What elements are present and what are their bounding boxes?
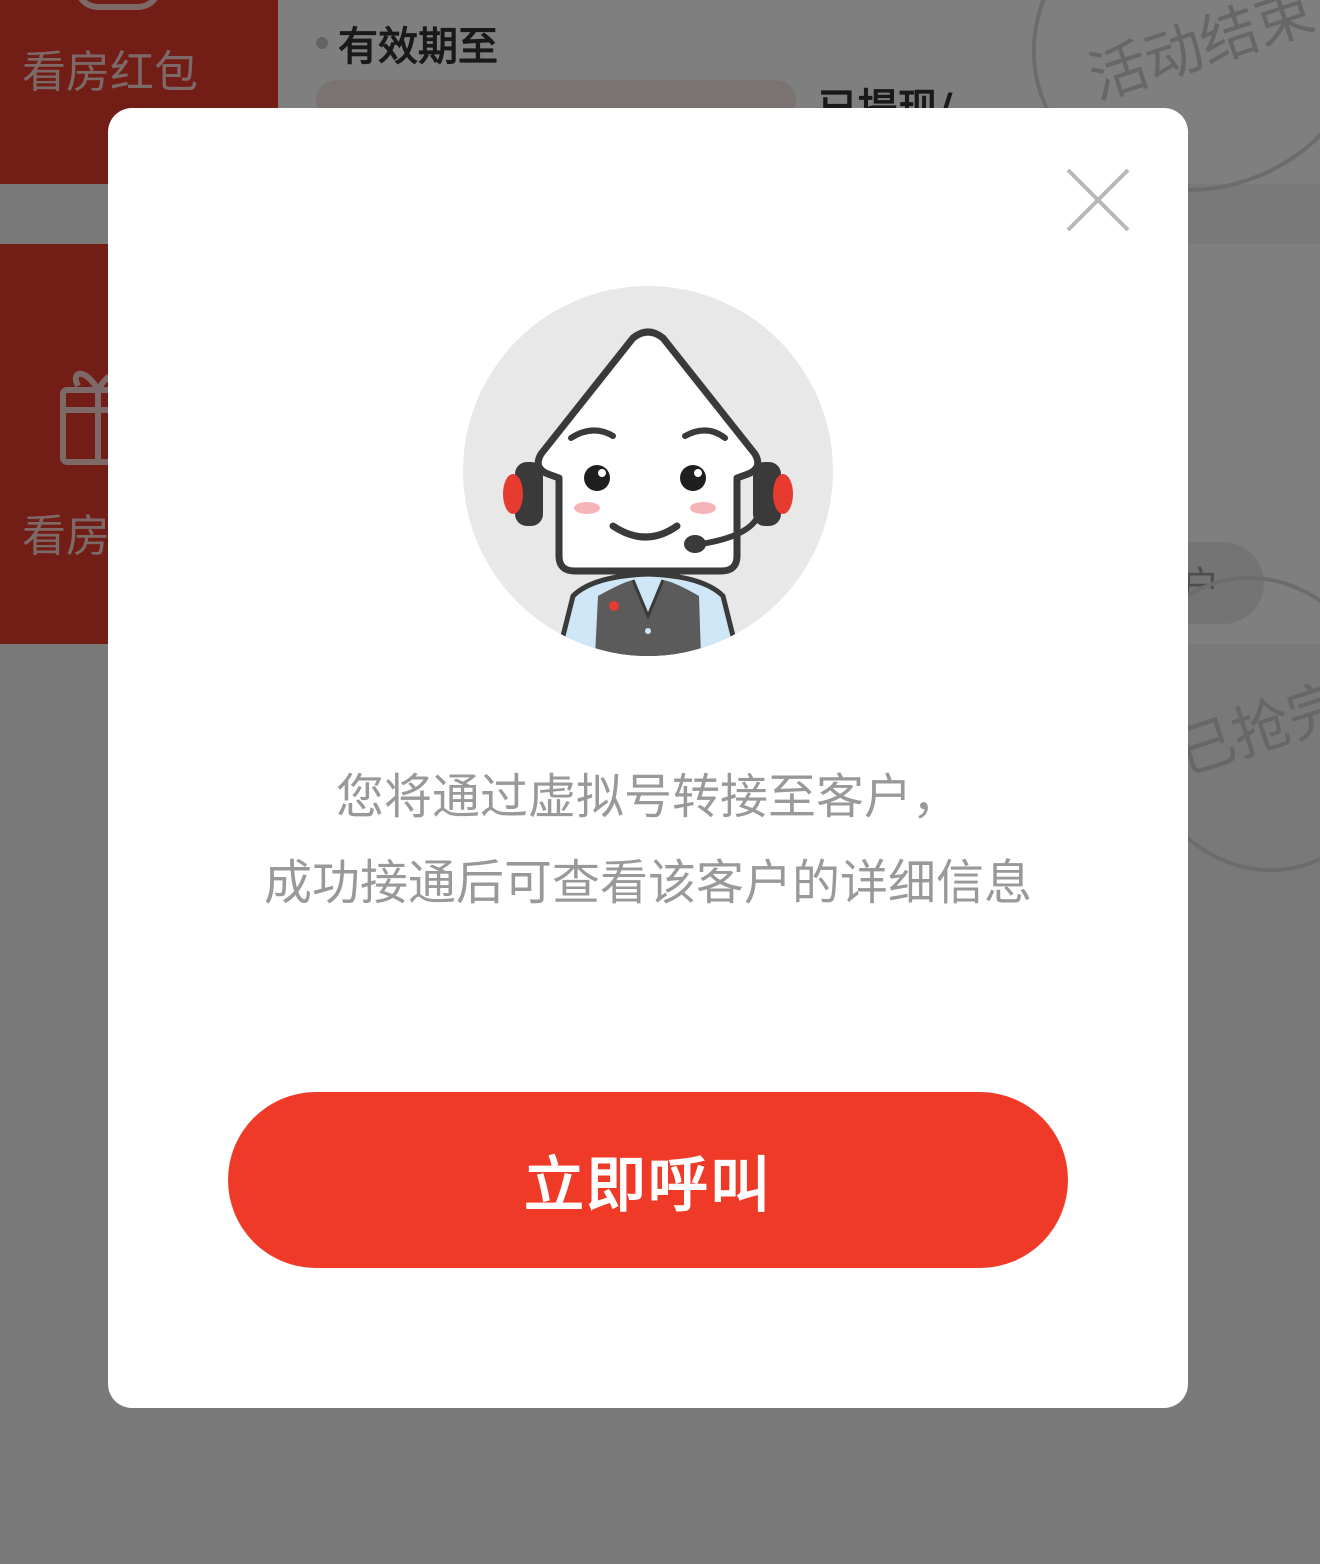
close-button[interactable] [1062, 164, 1134, 236]
message-line-1: 您将通过虚拟号转接至客户， [335, 769, 960, 825]
call-now-button[interactable]: 立即呼叫 [228, 1092, 1068, 1268]
close-icon [1066, 168, 1130, 232]
customer-service-mascot-icon [463, 286, 833, 656]
call-message: 您将通过虚拟号转接至客户， 成功接通后可查看该客户的详细信息 [108, 754, 1188, 926]
call-confirm-dialog: 您将通过虚拟号转接至客户， 成功接通后可查看该客户的详细信息 立即呼叫 [108, 108, 1188, 1408]
message-line-2: 成功接通后可查看该客户的详细信息 [263, 855, 1032, 911]
